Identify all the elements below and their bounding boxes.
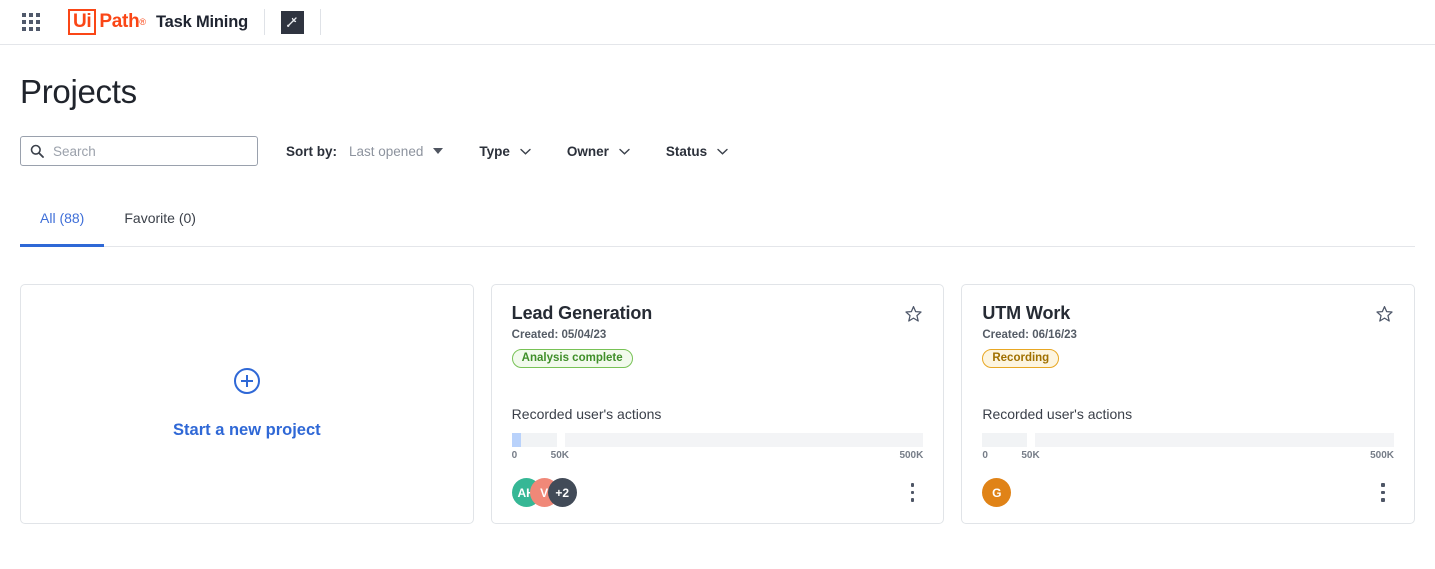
progress-track-far <box>565 433 924 447</box>
filter-type[interactable]: Type <box>479 144 531 159</box>
brand-logo[interactable]: Ui Path ® Task Mining <box>68 9 248 35</box>
search-input[interactable] <box>51 143 248 160</box>
search-box[interactable] <box>20 136 258 166</box>
tick-max: 500K <box>1370 450 1394 461</box>
project-created-date: Created: 06/16/23 <box>982 329 1394 341</box>
page-title: Projects <box>20 73 1415 111</box>
sort-by-label: Sort by: <box>286 144 337 159</box>
project-title: Lead Generation <box>512 303 924 324</box>
divider-2 <box>320 9 321 35</box>
grid-apps-icon[interactable] <box>22 13 40 31</box>
collaborator-avatars: G <box>982 478 1011 507</box>
project-card[interactable]: UTM Work Created: 06/16/23 Recording Rec… <box>961 284 1415 524</box>
status-badge: Analysis complete <box>512 349 633 368</box>
tick-mid: 50K <box>551 450 569 461</box>
sort-by-dropdown[interactable]: Last opened <box>349 144 443 159</box>
plus-circle-icon <box>234 368 260 394</box>
metric-label: Recorded user's actions <box>512 406 924 422</box>
start-new-project-label: Start a new project <box>173 421 321 440</box>
metric-label: Recorded user's actions <box>982 406 1394 422</box>
progress-fill <box>512 433 521 447</box>
search-icon <box>30 144 44 158</box>
chevron-down-icon <box>717 148 728 155</box>
project-card-footer: AH V +2 <box>512 478 924 507</box>
divider <box>264 9 265 35</box>
avatar-overflow-count[interactable]: +2 <box>548 478 577 507</box>
uipath-logo-path: Path <box>99 11 139 33</box>
tab-favorite[interactable]: Favorite (0) <box>104 210 216 246</box>
filter-status-label: Status <box>666 144 707 159</box>
favorite-star-icon[interactable] <box>1375 305 1394 324</box>
filter-owner-label: Owner <box>567 144 609 159</box>
chevron-down-icon <box>520 148 531 155</box>
progress-ticks: 0 50K 500K <box>982 450 1394 464</box>
avatar[interactable]: G <box>982 478 1011 507</box>
status-badge: Recording <box>982 349 1059 368</box>
start-new-project-card[interactable]: Start a new project <box>20 284 474 524</box>
progress-track-far <box>1035 433 1394 447</box>
chevron-down-icon <box>619 148 630 155</box>
tick-mid: 50K <box>1021 450 1039 461</box>
project-created-date: Created: 05/04/23 <box>512 329 924 341</box>
kebab-menu-icon[interactable] <box>1372 480 1394 506</box>
project-tabs: All (88) Favorite (0) <box>20 210 1415 247</box>
favorite-star-icon[interactable] <box>904 305 923 324</box>
page-container: Projects Sort by: Last opened Type Owner <box>0 73 1435 524</box>
collaborator-avatars: AH V +2 <box>512 478 577 507</box>
project-card-grid: Start a new project Lead Generation Crea… <box>20 284 1415 524</box>
project-card-footer: G <box>982 478 1394 507</box>
tab-all[interactable]: All (88) <box>20 210 104 246</box>
filter-status[interactable]: Status <box>666 144 728 159</box>
filter-toolbar: Sort by: Last opened Type Owner Status <box>20 136 1415 166</box>
project-title: UTM Work <box>982 303 1394 324</box>
progress-track-near <box>982 433 1027 447</box>
tick-max: 500K <box>899 450 923 461</box>
filter-type-label: Type <box>479 144 510 159</box>
tick-min: 0 <box>982 450 988 461</box>
sort-by-value: Last opened <box>349 144 423 159</box>
project-card[interactable]: Lead Generation Created: 05/04/23 Analys… <box>491 284 945 524</box>
task-mining-app-icon[interactable] <box>281 11 304 34</box>
kebab-menu-icon[interactable] <box>901 480 923 506</box>
registered-mark: ® <box>139 17 146 27</box>
filter-owner[interactable]: Owner <box>567 144 630 159</box>
progress-ticks: 0 50K 500K <box>512 450 924 464</box>
recorded-actions-progress-bar <box>982 433 1394 447</box>
recorded-actions-progress-bar <box>512 433 924 447</box>
project-card-body: UTM Work Created: 06/16/23 Recording Rec… <box>962 285 1414 464</box>
top-navigation-bar: Ui Path ® Task Mining <box>0 0 1435 45</box>
project-card-body: Lead Generation Created: 05/04/23 Analys… <box>492 285 944 464</box>
product-name: Task Mining <box>156 13 248 32</box>
tick-min: 0 <box>512 450 518 461</box>
caret-down-icon <box>433 148 443 154</box>
uipath-logo-ui: Ui <box>68 9 96 35</box>
